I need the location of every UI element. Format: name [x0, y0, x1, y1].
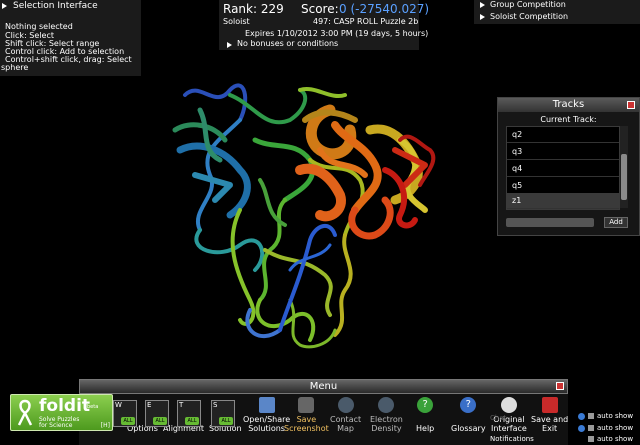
menu-item-line2: Glossary [451, 424, 486, 433]
menu-item-line2: Map [337, 424, 354, 433]
group-competition-link[interactable]: Group Competition [490, 0, 566, 9]
rank-label: Rank: 229 [223, 2, 284, 16]
help-icon: ? [417, 397, 434, 413]
menu-item-line2: Interface [491, 424, 527, 433]
notifications-label[interactable]: Notifications [490, 435, 534, 443]
new-track-input[interactable] [506, 218, 594, 227]
selection-interface-panel: Selection Interface Nothing selected Cli… [0, 0, 141, 76]
tile-badge: ALL [153, 417, 167, 425]
menu-item-line2: Density [371, 424, 402, 433]
menu-item-line2: Solutions [248, 424, 285, 433]
chat-label[interactable]: Chat [490, 414, 506, 422]
t-all-tile[interactable]: T ALL [177, 400, 201, 427]
selection-line: Nothing selected [5, 22, 73, 31]
puzzle-name: 497: CASP ROLL Puzzle 2b [313, 17, 419, 26]
mode-label: Soloist [223, 17, 250, 26]
interface-icon [500, 397, 517, 413]
info-icon[interactable] [578, 424, 585, 432]
glossary-icon: ? [460, 397, 477, 413]
selection-line: sphere [1, 63, 29, 72]
electron-density-button[interactable]: Electron Density [370, 397, 403, 433]
tracks-title[interactable]: Tracks [498, 98, 639, 112]
logo-tagline: Solve Puzzles for Science [39, 417, 79, 429]
autoshow-row[interactable]: auto show [578, 412, 633, 420]
logo-version: beta [87, 404, 99, 410]
menu-item-line2: Screenshot [284, 424, 329, 433]
save-and-exit-button[interactable]: Save and Exit [531, 397, 568, 433]
save-screenshot-button[interactable]: Save Screenshot [284, 397, 329, 433]
menu-item-line1: Save and [531, 415, 569, 424]
logo-name: foldit [39, 396, 91, 416]
bonuses-label: No bonuses or conditions [237, 39, 339, 48]
track-item[interactable]: q5 [507, 178, 619, 194]
exit-icon [541, 397, 558, 413]
track-item[interactable]: q4 [507, 161, 619, 177]
help-button[interactable]: ? Help [416, 397, 434, 433]
ribbon-icon [17, 399, 33, 426]
tracks-panel: Tracks Current Track: q2 q3 q4 q5 z1 Add [497, 97, 640, 236]
tile-letter: E [147, 401, 152, 409]
autoshow-label: auto show [597, 435, 634, 443]
competitions-panel: Group Competition Soloist Competition [474, 0, 640, 24]
score-value: 0 (-27540.027) [339, 2, 430, 16]
menu-item-line2: Exit [542, 424, 558, 433]
tile-badge: ALL [185, 417, 199, 425]
close-icon[interactable] [556, 382, 564, 390]
menu-item-line1: Contact [330, 415, 362, 424]
autoshow-row[interactable]: auto show [578, 435, 633, 443]
expand-arrow-icon[interactable] [227, 42, 232, 48]
folder-icon [258, 397, 275, 413]
wiggle-all-tile[interactable]: W ALL [113, 400, 137, 427]
tile-badge: ALL [121, 417, 135, 425]
logo-hotkey: [H] [100, 422, 110, 429]
tile-letter: W [115, 401, 122, 409]
autoshow-checkbox[interactable] [588, 436, 594, 442]
tile-badge: ALL [219, 417, 233, 425]
foldit-logo[interactable]: foldit beta Solve Puzzles for Science [H] [10, 394, 113, 431]
shake-all-tile[interactable]: S ALL [211, 400, 235, 427]
autoshow-label: auto show [597, 424, 634, 432]
menu-item-line1: Save [296, 415, 317, 424]
contact-map-button[interactable]: Contact Map [330, 397, 361, 433]
expand-arrow-icon[interactable] [480, 2, 485, 8]
track-item[interactable]: q2 [507, 127, 619, 143]
collapse-arrow-icon[interactable] [2, 3, 7, 9]
scrollbar-thumb[interactable] [621, 154, 627, 200]
electron-density-icon [378, 397, 395, 413]
menu-title: Menu [309, 381, 338, 392]
current-track-label: Current Track: [540, 115, 597, 124]
menu-header[interactable]: Menu [79, 379, 568, 394]
track-scrollbar[interactable] [620, 126, 628, 208]
tile-letter: S [213, 401, 218, 409]
soloist-competition-link[interactable]: Soloist Competition [490, 12, 568, 21]
tagline-line2: for Science [39, 422, 73, 429]
autoshow-checkbox[interactable] [588, 413, 594, 419]
track-list: q2 q3 q4 q5 z1 [506, 126, 620, 210]
camera-icon [298, 397, 315, 413]
score-label: Score: [301, 2, 339, 16]
track-item[interactable]: q3 [507, 144, 619, 160]
expires-label: Expires 1/10/2012 3:00 PM (19 days, 5 ho… [245, 29, 429, 38]
glossary-button[interactable]: ? Glossary [451, 397, 486, 433]
autoshow-row[interactable]: auto show [578, 424, 633, 432]
score-panel: Rank: 229 Score: 0 (-27540.027) Soloist … [219, 0, 429, 50]
menu-item-line1: Electron [370, 415, 403, 424]
add-track-button[interactable]: Add [604, 217, 628, 228]
info-icon[interactable] [578, 412, 585, 420]
autoshow-label: auto show [597, 412, 634, 420]
autoshow-checkbox[interactable] [588, 425, 594, 431]
track-item-selected[interactable]: z1 [507, 193, 619, 209]
selection-title: Selection Interface [13, 1, 98, 11]
close-icon[interactable] [627, 101, 635, 109]
expand-arrow-icon[interactable] [480, 14, 485, 20]
e-all-tile[interactable]: E ALL [145, 400, 169, 427]
tile-letter: T [179, 401, 184, 409]
menu-item-line2: Help [416, 424, 435, 433]
contact-map-icon [337, 397, 354, 413]
